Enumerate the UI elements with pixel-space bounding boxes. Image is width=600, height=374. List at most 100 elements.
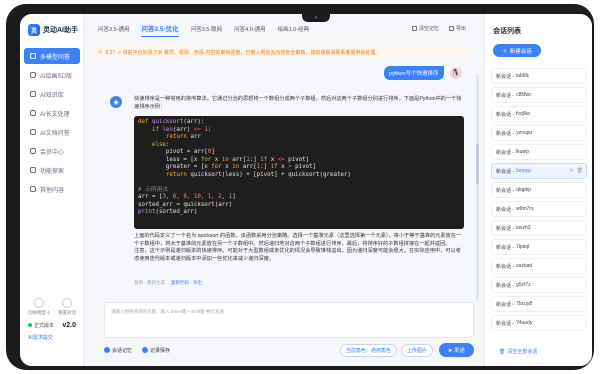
conversation-item[interactable]: 新会话 - qlqpbp bbox=[491, 182, 587, 198]
sidebar-item-2[interactable]: AI知识库 bbox=[24, 86, 80, 102]
code-token: for bbox=[200, 156, 212, 163]
version-value: v2.0 bbox=[62, 322, 76, 329]
version-row: 正式版本 v2.0 bbox=[24, 320, 80, 331]
conversation-id: 7bcuy8 bbox=[516, 301, 533, 307]
sidebar-item-4[interactable]: AI文档问答 bbox=[24, 124, 80, 140]
tab-0[interactable]: 问答3.5-通用 bbox=[92, 24, 135, 36]
conversation-prefix: 新会话 - bbox=[496, 168, 515, 175]
new-chat-button[interactable]: ＋新建会话 bbox=[493, 44, 541, 57]
model-tabs: 问答3.5-通用 问答3.5-优化 问答3.5-联网 问答4.0-通用 绘画1.0-经典 bbox=[92, 24, 315, 36]
sidebar-item-3[interactable]: AI长文处理 bbox=[24, 105, 80, 121]
save-toggle[interactable]: 记录保存 bbox=[142, 347, 170, 354]
code-token: (arr): bbox=[183, 119, 205, 125]
conversation-item[interactable]: 新会话 - g5cf7z bbox=[491, 277, 587, 293]
conversation-item[interactable]: 新会话 -74uudy bbox=[491, 315, 587, 331]
conversation-item[interactable]: 新会话 - lab6fc bbox=[491, 68, 587, 84]
conversation-item[interactable]: 新会话 - w9m7rx bbox=[491, 201, 587, 217]
sidebar-nav: 多模型问答 AI绘画SD版 AI知识库 AI长文处理 AI文档问答会员中心功能探索其他内… bbox=[24, 48, 80, 200]
conversation-item[interactable]: 新会话 - c85fwc bbox=[491, 87, 587, 103]
tab-4[interactable]: 绘画1.0-经典 bbox=[272, 24, 315, 36]
input-toolbar: 会话记忆 记录保存 当前角色：通用角色 上传图片 ➤ 发送 bbox=[104, 343, 474, 357]
warning-icon: ⚠ bbox=[98, 49, 103, 55]
sidebar-item-label: AI文档问答 bbox=[40, 130, 70, 137]
trash-icon[interactable]: 🗑 bbox=[577, 168, 583, 174]
edit-icon[interactable]: ✎ bbox=[569, 168, 573, 174]
conversation-prefix: 新会话 - bbox=[496, 187, 515, 194]
tab-1[interactable]: 问答3.5-优化 bbox=[135, 24, 184, 36]
sidebar-item-7[interactable]: 其他内容 bbox=[24, 181, 80, 197]
memory-toggle[interactable]: 会话记忆 bbox=[104, 347, 132, 354]
conversation-id: c85fwc bbox=[516, 92, 532, 98]
code-token: in bbox=[221, 156, 229, 163]
conversation-id: 7ipsql bbox=[516, 244, 530, 250]
conversation-item[interactable]: 新会话 -7ipsql bbox=[491, 239, 587, 255]
version-label: 正式版本 bbox=[34, 323, 55, 329]
collapse-top-icon[interactable]: ⌄ bbox=[302, 14, 330, 22]
answer-intro: 快速排序是一种常用的排序算法。它通过分治的思想将一个数组分成两个子数组，然后对这… bbox=[134, 96, 462, 110]
export-icon bbox=[449, 26, 455, 31]
code-line: return arr bbox=[138, 134, 460, 142]
code-token: x bbox=[211, 156, 222, 163]
answer-note: 注意，这个示例是递归版本的快速排序。可能对于大型数组或未优化的情况会导致堆栈溢出… bbox=[134, 248, 461, 262]
conversation-item[interactable]: 新会话 - fvq9kc bbox=[491, 106, 587, 122]
answer-actions-right[interactable]: 复制代码 · 导出 bbox=[171, 280, 202, 286]
feedback-link[interactable]: AI需求提交 bbox=[24, 331, 80, 344]
sidebar: 灵 灵动AI助手 多模型问答 AI绘画SD版 AI知识库 AI长文处理 AI文档问答会员… bbox=[20, 14, 84, 366]
sidebar-bottom: 切换模型-1 重置对话 正式版本 v2.0 AI需求提交 bbox=[24, 298, 80, 344]
app-logo: 灵 灵动AI助手 bbox=[28, 24, 78, 36]
conversation-list: 新会话 - lab6fc 新会话 - c85fwc 新会话 - fvq9kc 新会话 - yz… bbox=[491, 68, 587, 334]
chat-scrollbar[interactable] bbox=[476, 74, 479, 300]
code-token: sorted_arr = quicksort(arr) bbox=[138, 201, 233, 208]
code-token: quicksort(less) + [pivot] + quicksort(gr… bbox=[190, 171, 351, 178]
answer-actions-left[interactable]: 复制 · 重新生成 bbox=[134, 280, 165, 286]
code-line: greater = [x for x in arr[1:] if x > piv… bbox=[138, 164, 460, 172]
conversation-prefix: 新会话 - bbox=[496, 244, 515, 251]
conversation-id: 74uudy bbox=[516, 320, 533, 326]
conversation-item[interactable]: 新会话 - iaxzh3 bbox=[491, 220, 587, 236]
status-dot-icon bbox=[28, 323, 32, 327]
nav-item-icon bbox=[30, 91, 36, 97]
notice-banner: ⚠ 9.27 -> 目前平台加强了对 暴恐、稳政、色情 内容的审核强度，已接入网… bbox=[92, 46, 472, 58]
chat-input[interactable]: 请输入想要咨询的内容，输入 Enter键 + Shift键 换行发送 bbox=[104, 302, 474, 338]
export-button[interactable]: 导出 bbox=[449, 25, 466, 32]
tab-2[interactable]: 问答3.5-联网 bbox=[185, 24, 228, 36]
broom-icon bbox=[412, 26, 417, 31]
sidebar-item-5[interactable]: 会员中心 bbox=[24, 143, 80, 159]
conversation-item[interactable]: 新会话 - xazbad bbox=[491, 258, 587, 274]
sidebar-item-label: AI绘画SD版 bbox=[40, 73, 73, 80]
switch-model-button[interactable]: 切换模型-1 bbox=[28, 298, 50, 316]
conversation-item[interactable]: 新会话 - bxrpyp ✎ 🗑 bbox=[491, 163, 587, 179]
send-button[interactable]: ➤ 发送 bbox=[438, 343, 474, 357]
scroll-thumb[interactable] bbox=[476, 144, 479, 184]
reset-chat-button[interactable]: 重置对话 bbox=[58, 298, 76, 316]
switch-icon bbox=[33, 298, 44, 308]
user-message-row: python写个快速排序 🐧 bbox=[384, 66, 462, 80]
sidebar-item-0[interactable]: 多模型问答 bbox=[24, 48, 80, 64]
conversation-id: xazbad bbox=[516, 263, 533, 269]
conversation-item[interactable]: 新会话 - yzoupu bbox=[491, 125, 587, 141]
code-token: quicksort bbox=[151, 119, 184, 125]
code-line: less = [x for x in arr[1:] if x <= pivot… bbox=[138, 157, 460, 165]
conversation-item[interactable]: 新会话 - lkuwp bbox=[491, 144, 587, 160]
upload-image-button[interactable]: 上传图片 bbox=[400, 343, 433, 357]
sidebar-item-6[interactable]: 功能探索 bbox=[24, 162, 80, 178]
code-line: pivot = arr[0] bbox=[138, 149, 460, 157]
code-token: :] bbox=[249, 156, 261, 163]
code-line: print(sorted_arr) bbox=[138, 209, 460, 217]
conversation-item[interactable]: 新会话 -7bcuy8 bbox=[491, 296, 587, 312]
sidebar-item-1[interactable]: AI绘画SD版 bbox=[24, 67, 80, 83]
code-token: print bbox=[138, 209, 156, 215]
clear-memory-button[interactable]: 清空记忆 bbox=[412, 25, 439, 32]
role-select-button[interactable]: 当前角色：通用角色 bbox=[339, 343, 397, 357]
code-line: arr = [3, 6, 8, 10, 1, 2, 1] bbox=[138, 194, 460, 202]
notice-text: 9.27 -> 目前平台加强了对 暴恐、稳政、色情 内容的审核强度，已接入网信云… bbox=[105, 49, 381, 56]
tab-3[interactable]: 问答4.0-通用 bbox=[228, 24, 271, 36]
nav-item-icon bbox=[30, 167, 36, 173]
code-token: less = [x bbox=[138, 156, 201, 163]
conversation-prefix: 新会话 - bbox=[496, 73, 515, 80]
conversation-prefix: 新会话 - bbox=[496, 149, 515, 156]
code-token: (sorted_arr) bbox=[155, 209, 198, 215]
clear-all-button[interactable]: 🗑 清空全部会话 bbox=[499, 348, 537, 356]
conversation-id: iaxzh3 bbox=[516, 225, 531, 231]
